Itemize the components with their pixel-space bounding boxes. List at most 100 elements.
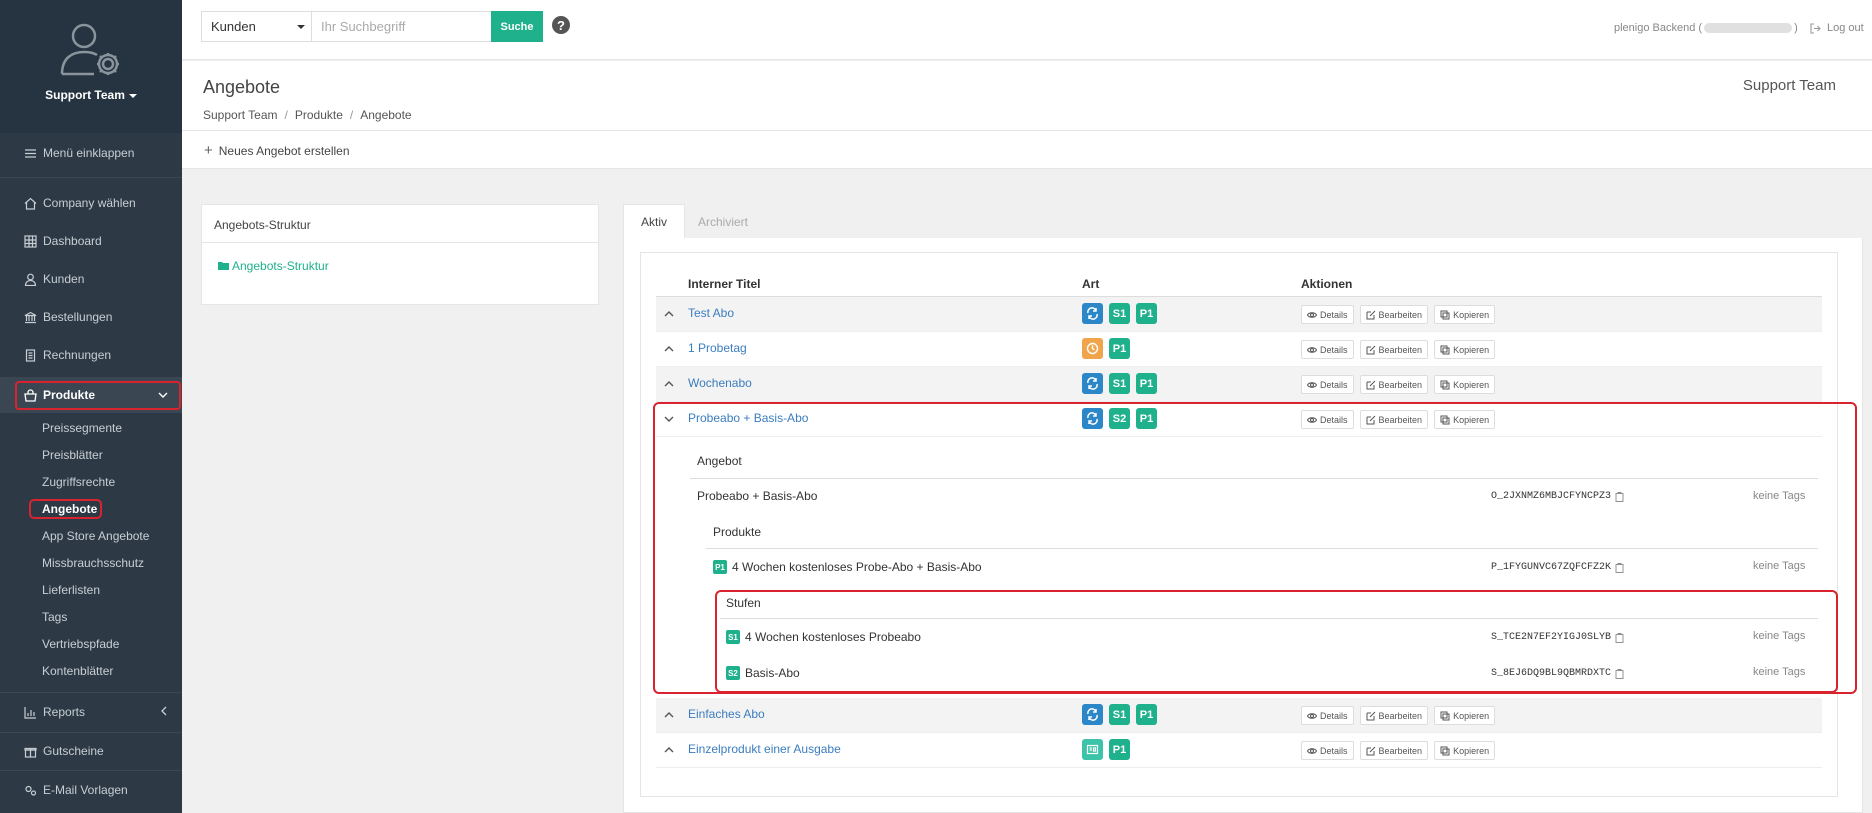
chevron-up-icon[interactable]: [664, 310, 674, 318]
divider: [0, 732, 182, 733]
button-label: Kopieren: [1453, 309, 1490, 320]
collapse-label: Menü einklappen: [43, 146, 135, 160]
divider: [0, 177, 182, 178]
edit-button[interactable]: Bearbeiten: [1359, 706, 1429, 725]
sidebar-item-reports[interactable]: Reports: [0, 697, 182, 727]
button-label: Bearbeiten: [1378, 710, 1423, 721]
sidebar-item-label: Gutscheine: [43, 744, 104, 758]
sidebar: Support Team Menü einklappen Company wäh…: [0, 0, 182, 813]
chevron-up-icon[interactable]: [664, 380, 674, 388]
breadcrumb-item[interactable]: Produkte: [295, 108, 343, 122]
grid-icon: [24, 234, 37, 248]
breadcrumb-item: Angebote: [360, 108, 412, 122]
button-label: Bearbeiten: [1378, 745, 1423, 756]
sidebar-item-rechnungen[interactable]: Rechnungen: [0, 340, 182, 370]
eye-icon: [1307, 381, 1317, 388]
new-offer-button[interactable]: + Neues Angebot erstellen: [204, 142, 350, 159]
breadcrumb-separator: /: [284, 108, 288, 122]
column-header-actions: Aktionen: [1301, 277, 1353, 291]
edit-button[interactable]: Bearbeiten: [1359, 375, 1429, 394]
type-badges: S1 P1: [1082, 704, 1163, 725]
copy-button[interactable]: Kopieren: [1434, 375, 1496, 394]
sidebar-subitem-lieferlisten[interactable]: Lieferlisten: [42, 583, 100, 597]
offer-title-link[interactable]: Einfaches Abo: [688, 707, 765, 721]
sidebar-item-dashboard[interactable]: Dashboard: [0, 226, 182, 256]
eye-icon: [1307, 346, 1317, 353]
sidebar-subitem-missbrauch[interactable]: Missbrauchsschutz: [42, 556, 144, 570]
button-label: Details: [1320, 344, 1348, 355]
details-button[interactable]: Details: [1301, 340, 1354, 359]
product-badge: P1: [1136, 303, 1157, 324]
offer-title-link[interactable]: Test Abo: [688, 306, 734, 320]
logout-icon: [1810, 22, 1821, 34]
collapse-menu-button[interactable]: Menü einklappen: [0, 138, 182, 168]
details-button[interactable]: Details: [1301, 706, 1354, 725]
plus-icon: +: [204, 142, 213, 159]
home-icon: [24, 197, 37, 210]
details-button[interactable]: Details: [1301, 375, 1354, 394]
search-button[interactable]: Suche: [491, 11, 543, 42]
sidebar-subitem-tags[interactable]: Tags: [42, 610, 67, 624]
recurring-icon: [1082, 704, 1103, 725]
sidebar-item-kunden[interactable]: Kunden: [0, 264, 182, 294]
edit-button[interactable]: Bearbeiten: [1359, 340, 1429, 359]
chevron-up-icon[interactable]: [664, 746, 674, 754]
sidebar-subitem-appstore[interactable]: App Store Angebote: [42, 529, 149, 543]
topbar: Kunden Suche ? plenigo Backend () Log ou…: [182, 0, 1872, 60]
product-badge: P1: [1109, 739, 1130, 760]
details-button[interactable]: Details: [1301, 741, 1354, 760]
offer-title-link[interactable]: 1 Probetag: [688, 341, 747, 355]
offer-structure-link[interactable]: Angebots-Struktur: [218, 259, 329, 273]
breadcrumb-item[interactable]: Support Team: [203, 108, 278, 122]
sidebar-item-company[interactable]: Company wählen: [0, 188, 182, 218]
copy-button[interactable]: Kopieren: [1434, 706, 1496, 725]
copy-button[interactable]: Kopieren: [1434, 340, 1496, 359]
menu-icon: [24, 147, 37, 160]
sidebar-item-gutscheine[interactable]: Gutscheine: [0, 736, 182, 766]
sidebar-subitem-preisblaetter[interactable]: Preisblätter: [42, 448, 103, 462]
highlight-box-angebote: [29, 499, 102, 519]
row-actions: Details Bearbeiten Kopieren: [1301, 706, 1501, 725]
tab-aktiv[interactable]: Aktiv: [623, 204, 685, 239]
edit-button[interactable]: Bearbeiten: [1359, 741, 1429, 760]
copy-button[interactable]: Kopieren: [1434, 741, 1496, 760]
user-info: plenigo Backend (): [1614, 22, 1798, 34]
chevron-up-icon[interactable]: [664, 711, 674, 719]
offer-title-link[interactable]: Wochenabo: [688, 376, 752, 390]
type-badges: S1 P1: [1082, 303, 1163, 324]
recurring-icon: [1082, 303, 1103, 324]
user-icon: [24, 273, 37, 286]
sidebar-subitem-zugriffsrechte[interactable]: Zugriffsrechte: [42, 475, 115, 489]
sidebar-subitem-vertriebspfade[interactable]: Vertriebspfade: [42, 637, 119, 651]
button-label: Kopieren: [1453, 745, 1490, 756]
copy-icon: [1440, 345, 1450, 354]
sidebar-subitem-kontenblaetter[interactable]: Kontenblätter: [42, 664, 113, 678]
row-actions: Details Bearbeiten Kopieren: [1301, 305, 1501, 324]
search-category-select[interactable]: Kunden: [201, 11, 311, 42]
column-header-title: Interner Titel: [688, 277, 761, 291]
caret-down-icon: [297, 25, 305, 29]
sidebar-subitem-preissegmente[interactable]: Preissegmente: [42, 421, 122, 435]
user-label: plenigo Backend (: [1614, 22, 1703, 34]
copy-icon: [1440, 380, 1450, 389]
tab-archiviert[interactable]: Archiviert: [685, 204, 761, 239]
team-dropdown[interactable]: Support Team: [45, 88, 137, 102]
column-header-type: Art: [1082, 277, 1100, 291]
chevron-up-icon[interactable]: [664, 345, 674, 353]
sidebar-item-email[interactable]: E-Mail Vorlagen: [0, 775, 182, 805]
bar-chart-icon: [24, 706, 37, 719]
button-label: Details: [1320, 745, 1348, 756]
copy-icon: [1440, 711, 1450, 720]
logout-link[interactable]: Log out: [1810, 22, 1864, 34]
search-input[interactable]: [311, 11, 492, 42]
copy-button[interactable]: Kopieren: [1434, 305, 1496, 324]
product-badge: P1: [1136, 373, 1157, 394]
details-button[interactable]: Details: [1301, 305, 1354, 324]
edit-button[interactable]: Bearbeiten: [1359, 305, 1429, 324]
sidebar-item-label: Company wählen: [43, 196, 136, 210]
sidebar-item-bestellungen[interactable]: Bestellungen: [0, 302, 182, 332]
edit-icon: [1366, 310, 1375, 319]
offer-structure-panel: Angebots-Struktur Angebots-Struktur: [201, 204, 599, 305]
offer-title-link[interactable]: Einzelprodukt einer Ausgabe: [688, 742, 841, 756]
help-icon[interactable]: ?: [552, 16, 570, 34]
